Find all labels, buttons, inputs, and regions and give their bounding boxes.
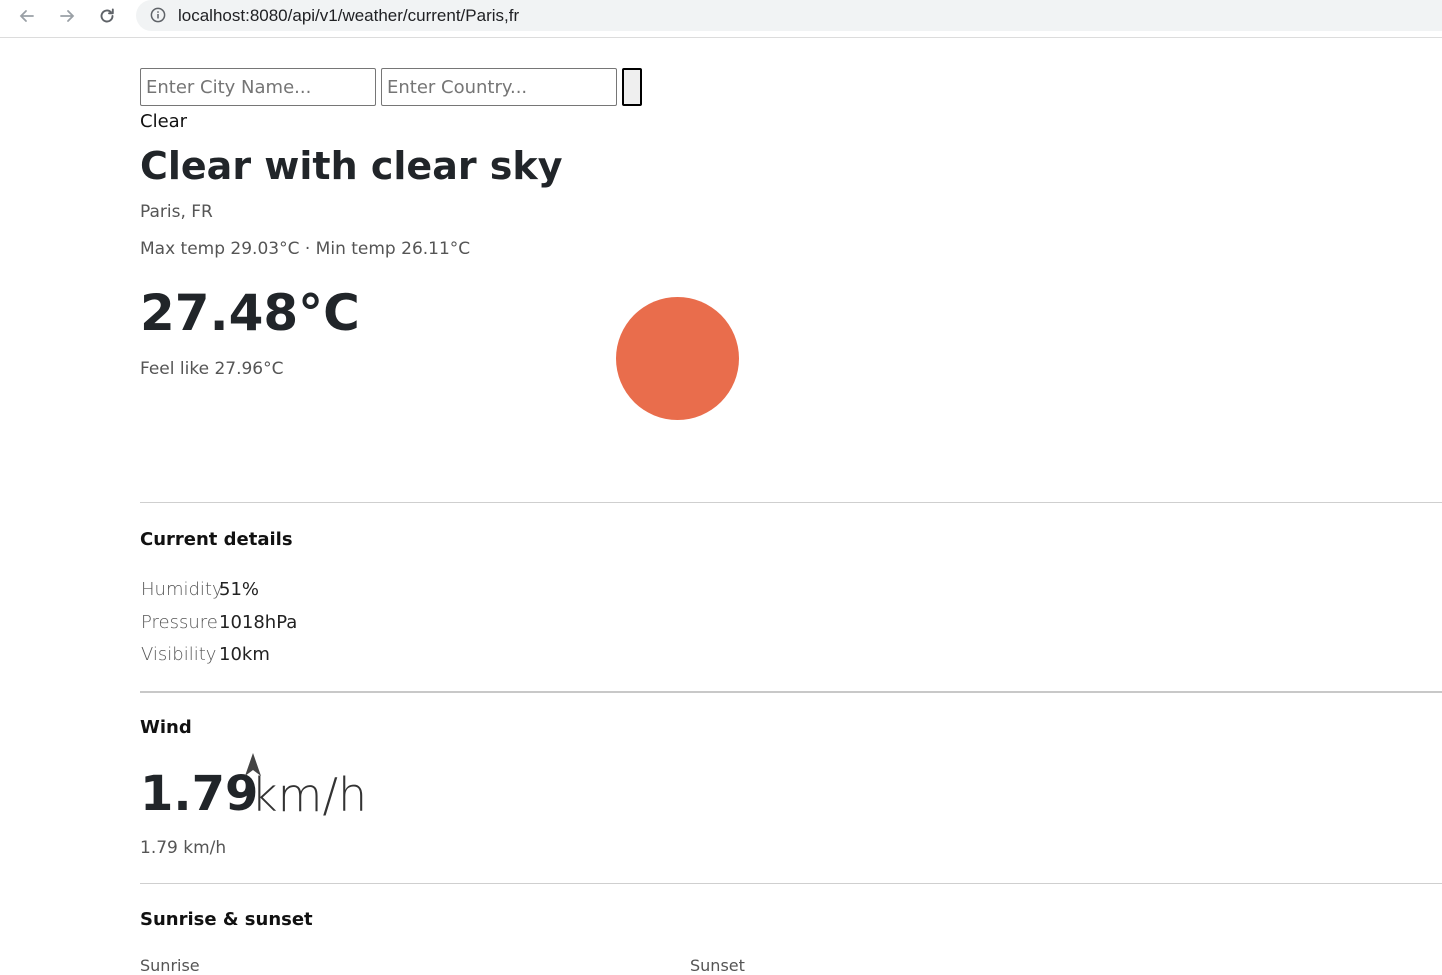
search-button[interactable]: [622, 68, 642, 106]
current-temperature: 27.48°C: [140, 284, 360, 342]
weather-title: Clear with clear sky: [140, 144, 563, 188]
section-divider: [140, 502, 1442, 503]
detail-label: Visibility: [141, 644, 217, 665]
browser-toolbar: localhost:8080/api/v1/weather/current/Pa…: [0, 0, 1442, 38]
detail-label: Pressure: [141, 612, 218, 633]
detail-value: 51%: [219, 579, 260, 600]
current-details-heading: Current details: [140, 529, 293, 550]
wind-speed-text: 1.79 km/h: [140, 838, 227, 858]
detail-value: 10km: [219, 644, 270, 665]
url-text[interactable]: localhost:8080/api/v1/weather/current/Pa…: [178, 6, 519, 26]
address-bar[interactable]: localhost:8080/api/v1/weather/current/Pa…: [136, 0, 1442, 31]
weather-page: Clear Clear with clear sky Paris, FR Max…: [140, 38, 1442, 975]
detail-label: Humidity: [141, 579, 223, 600]
arrow-right-icon: [60, 10, 75, 22]
min-max-temperature: Max temp 29.03°C · Min temp 26.11°C: [140, 239, 471, 259]
country-input[interactable]: [381, 68, 617, 106]
city-input[interactable]: [140, 68, 376, 106]
reload-icon: [100, 8, 114, 23]
detail-value: 1018hPa: [219, 612, 298, 633]
back-button[interactable]: [14, 3, 40, 29]
location-text: Paris, FR: [140, 202, 213, 222]
feels-like-text: Feel like 27.96°C: [140, 359, 284, 379]
section-divider: [140, 691, 1442, 693]
wind-unit: km/h: [251, 768, 368, 822]
reload-button[interactable]: [94, 3, 120, 29]
wind-heading: Wind: [140, 717, 192, 738]
weather-condition: Clear: [140, 111, 188, 132]
wind-speed: 1.79: [140, 766, 259, 822]
arrow-left-icon: [19, 10, 34, 22]
forward-button[interactable]: [54, 3, 80, 29]
info-icon[interactable]: [150, 7, 166, 23]
section-divider: [140, 883, 1442, 884]
sunrise-sunset-heading: Sunrise & sunset: [140, 909, 313, 930]
sun-icon: [616, 297, 739, 420]
